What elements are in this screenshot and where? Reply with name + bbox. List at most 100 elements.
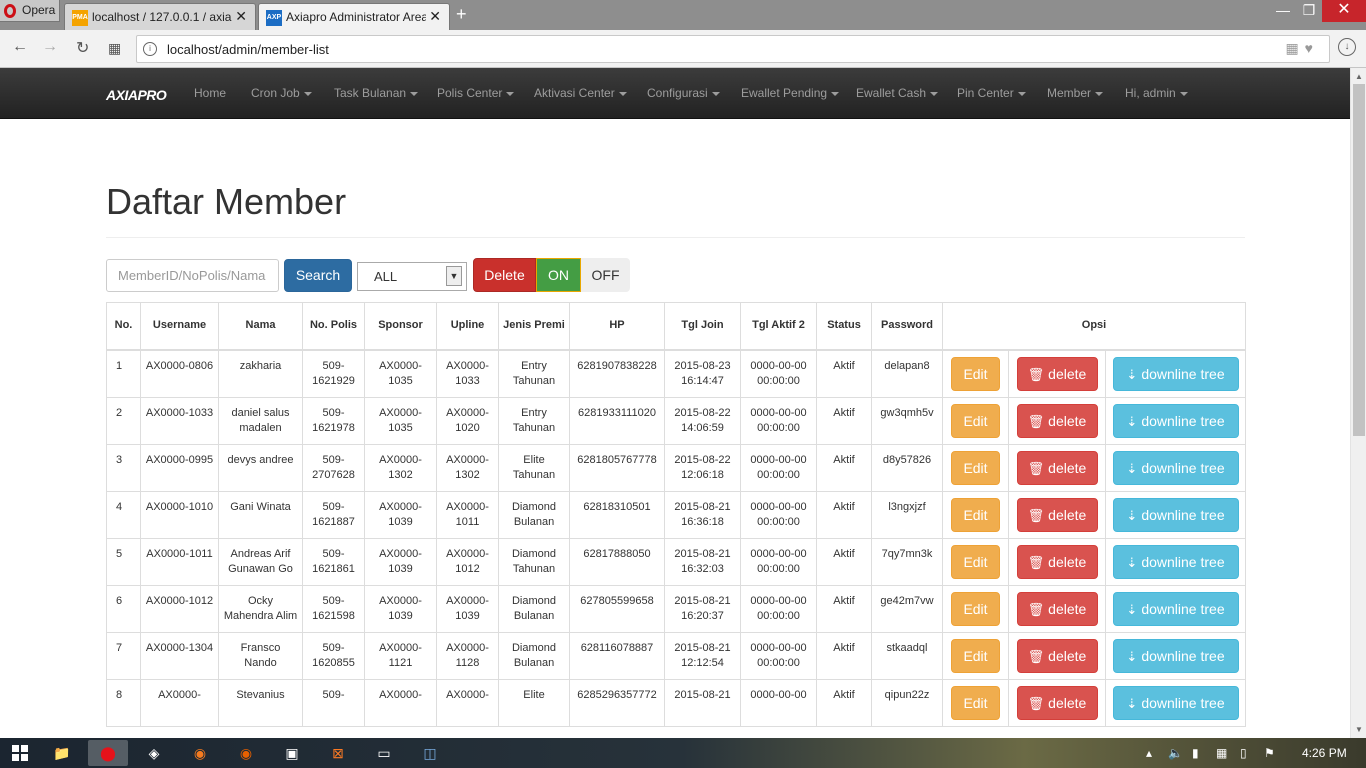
back-arrow-icon[interactable]: ←: [12, 38, 28, 56]
nav-label: Pin Center: [957, 86, 1014, 100]
caret-down-icon: [831, 91, 840, 96]
cell-no: 3: [106, 443, 141, 492]
edit-button[interactable]: Edit: [951, 497, 1000, 532]
windows-start-icon[interactable]: [12, 745, 28, 761]
nav-user-menu[interactable]: Hi, admin: [1125, 86, 1188, 100]
col-header: Jenis Premi: [498, 302, 570, 351]
cell-upline: AX0000-1039: [436, 584, 499, 633]
bookmark-heart-icon[interactable]: ▦♥: [1285, 40, 1319, 57]
editor-icon[interactable]: ▣: [272, 740, 312, 766]
downline-tree-button[interactable]: ⇣ downline tree: [1112, 497, 1239, 532]
phpmyadmin-favicon-icon: PMA: [72, 10, 88, 26]
nav-ewallet-pending[interactable]: Ewallet Pending: [741, 86, 840, 100]
delete-button[interactable]: 🗑 delete: [1016, 638, 1098, 673]
close-tab-icon[interactable]: ✕: [429, 8, 441, 25]
maximize-icon[interactable]: ❐: [1296, 0, 1322, 22]
cell-opsi: ⇣ downline tree: [1104, 396, 1247, 445]
caret-down-icon: [1095, 91, 1104, 96]
download-icon: ⇣: [1126, 648, 1138, 664]
scrollbar-thumb[interactable]: [1353, 84, 1365, 436]
downline-tree-button[interactable]: ⇣ downline tree: [1112, 638, 1239, 673]
delete-button[interactable]: 🗑 delete: [1016, 544, 1098, 579]
tray-app-icon[interactable]: ▮: [1192, 746, 1199, 760]
scroll-up-icon[interactable]: ▲: [1355, 72, 1363, 81]
scroll-down-icon[interactable]: ▼: [1355, 725, 1363, 734]
caret-down-icon: [506, 91, 515, 96]
nav-ewallet-cash[interactable]: Ewallet Cash: [856, 86, 939, 100]
site-info-icon[interactable]: i: [143, 42, 157, 56]
opera-menu-button[interactable]: Opera: [0, 0, 60, 22]
tab-title: localhost / 127.0.0.1 / axiap: [92, 10, 232, 24]
download-icon: ⇣: [1126, 507, 1138, 523]
toggle-off-button[interactable]: OFF: [581, 258, 630, 292]
nav-aktivasi-center[interactable]: Aktivasi Center: [534, 86, 627, 100]
downline-tree-button[interactable]: ⇣ downline tree: [1112, 591, 1239, 626]
edit-button[interactable]: Edit: [951, 638, 1000, 673]
close-tab-icon[interactable]: ✕: [235, 8, 247, 25]
app-taskbar-icon[interactable]: ◈: [134, 740, 174, 766]
cell-sponsor: AX0000-1302: [364, 443, 437, 492]
opera-taskbar-icon[interactable]: ⬤: [88, 740, 128, 766]
new-tab-icon[interactable]: +: [456, 4, 467, 25]
cell-opsi: Edit: [942, 678, 1009, 727]
window-close-icon[interactable]: ✕: [1322, 0, 1366, 22]
cell-join: 2015-08-21 12:12:54: [664, 631, 741, 680]
edit-button[interactable]: Edit: [951, 591, 1000, 626]
edit-button[interactable]: Edit: [951, 685, 1000, 720]
app-window-icon[interactable]: ◫: [410, 740, 450, 766]
bulk-delete-button[interactable]: Delete: [473, 258, 536, 292]
vertical-scrollbar[interactable]: ▲ ▼: [1350, 68, 1366, 738]
xampp-icon[interactable]: ⊠: [318, 740, 358, 766]
downline-tree-button[interactable]: ⇣ downline tree: [1112, 685, 1239, 720]
cell-hp: 627805599658: [569, 584, 665, 633]
nav-member[interactable]: Member: [1047, 86, 1104, 100]
url-field[interactable]: i localhost/admin/member-list ▦♥: [136, 35, 1330, 63]
search-input[interactable]: [106, 259, 279, 292]
cell-username: AX0000-1010: [140, 490, 219, 539]
cell-opsi: ⇣ downline tree: [1104, 537, 1247, 586]
cell-upline: AX0000-1012: [436, 537, 499, 586]
edit-button[interactable]: Edit: [951, 544, 1000, 579]
file-explorer-icon[interactable]: 📁: [42, 740, 82, 766]
downline-tree-button[interactable]: ⇣ downline tree: [1112, 403, 1239, 438]
downline-tree-button[interactable]: ⇣ downline tree: [1112, 356, 1239, 391]
tray-chevron-up-icon[interactable]: ▴: [1146, 746, 1152, 760]
status-filter-select[interactable]: ALL ▼: [357, 262, 467, 291]
delete-button[interactable]: 🗑 delete: [1016, 450, 1098, 485]
downline-tree-button[interactable]: ⇣ downline tree: [1112, 544, 1239, 579]
command-prompt-icon[interactable]: ▭: [364, 740, 404, 766]
edit-button[interactable]: Edit: [951, 403, 1000, 438]
cell-opsi: 🗑 delete: [1008, 631, 1106, 680]
nav-cron-job[interactable]: Cron Job: [251, 86, 312, 100]
firefox-dev-icon[interactable]: ◉: [226, 740, 266, 766]
nav-home[interactable]: Home: [194, 86, 226, 100]
forward-arrow-icon[interactable]: →: [42, 38, 58, 56]
nav-configurasi[interactable]: Configurasi: [647, 86, 720, 100]
cell-password: d8y57826: [871, 443, 943, 492]
search-button[interactable]: Search: [284, 259, 352, 292]
nav-task-bulanan[interactable]: Task Bulanan: [334, 86, 419, 100]
delete-button[interactable]: 🗑 delete: [1016, 685, 1098, 720]
reload-icon[interactable]: ↻: [76, 38, 89, 58]
download-icon[interactable]: ↓: [1338, 38, 1356, 56]
speed-dial-grid-icon[interactable]: ▦: [108, 40, 121, 57]
delete-button[interactable]: 🗑 delete: [1016, 497, 1098, 532]
edit-button[interactable]: Edit: [951, 450, 1000, 485]
delete-button[interactable]: 🗑 delete: [1016, 403, 1098, 438]
nav-pin-center[interactable]: Pin Center: [957, 86, 1026, 100]
browser-tab-axiapro[interactable]: AXP Axiapro Administrator Area ✕: [258, 3, 450, 30]
downline-tree-button[interactable]: ⇣ downline tree: [1112, 450, 1239, 485]
nav-polis-center[interactable]: Polis Center: [437, 86, 515, 100]
firefox-icon[interactable]: ◉: [180, 740, 220, 766]
volume-icon[interactable]: 🔈: [1168, 746, 1183, 760]
edit-button[interactable]: Edit: [951, 356, 1000, 391]
delete-button[interactable]: 🗑 delete: [1016, 356, 1098, 391]
network-icon[interactable]: ▦: [1216, 746, 1227, 760]
brand-logo[interactable]: AXIAPRO: [106, 87, 167, 103]
toggle-on-button[interactable]: ON: [536, 258, 581, 292]
delete-button[interactable]: 🗑 delete: [1016, 591, 1098, 626]
notification-icon[interactable]: ⚑: [1264, 746, 1275, 760]
browser-tab-phpmyadmin[interactable]: PMA localhost / 127.0.0.1 / axiap ✕: [64, 3, 256, 30]
battery-icon[interactable]: ▯: [1240, 746, 1247, 760]
minimize-icon[interactable]: —: [1270, 0, 1296, 22]
